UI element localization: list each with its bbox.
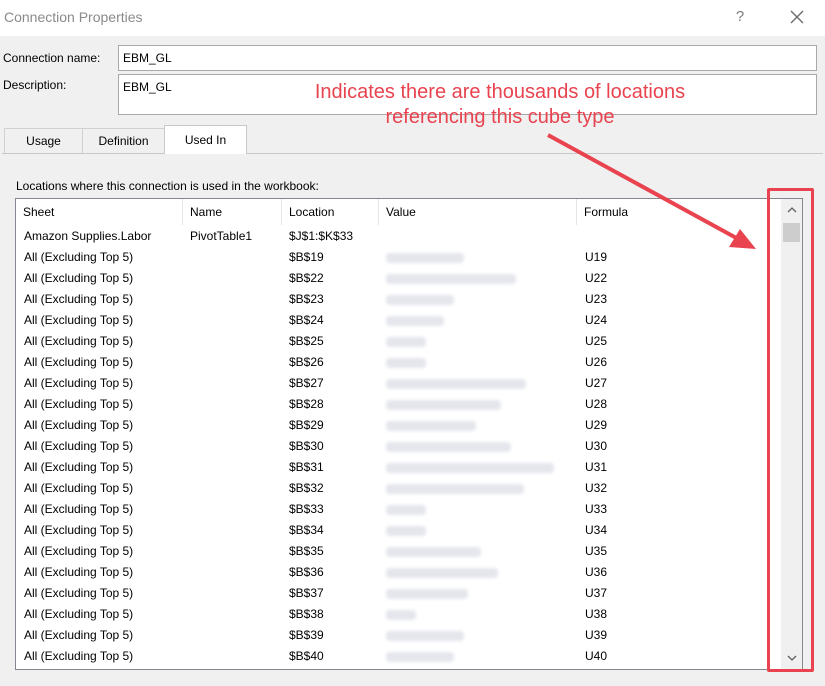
tab-used-in[interactable]: Used In [164, 125, 247, 154]
annotation-arrow [547, 133, 756, 249]
